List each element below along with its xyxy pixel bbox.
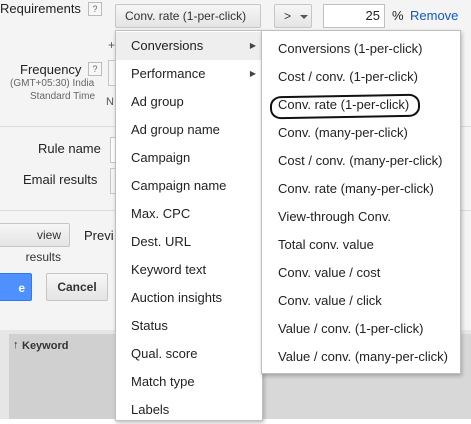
save-label: e xyxy=(18,281,25,295)
menu-item-label: Performance xyxy=(131,66,206,81)
submenu-item-label: Cost / conv. (1-per-click) xyxy=(278,69,418,84)
submenu-item[interactable]: Value / conv. (1-per-click) xyxy=(262,315,460,343)
timezone-line-1: (GMT+05:30) India xyxy=(10,78,95,89)
menu-item-label: Labels xyxy=(131,402,170,417)
menu-item[interactable]: Performance ▶ xyxy=(116,60,262,88)
remove-link[interactable]: Remove xyxy=(410,8,458,23)
submenu-item-label: Conv. rate (many-per-click) xyxy=(278,181,434,196)
menu-item-label: Campaign name xyxy=(131,178,227,193)
menu-item-label: Campaign xyxy=(131,150,191,165)
operator-dropdown[interactable]: > xyxy=(274,4,312,28)
metric-category-menu: Conversions ▶ Performance ▶ Ad group Ad group… xyxy=(115,30,263,421)
view-results-button[interactable]: view results xyxy=(0,223,70,264)
help-icon[interactable]: ? xyxy=(88,2,102,16)
keyword-column-header[interactable]: ↑ Keyword xyxy=(9,334,114,419)
menu-item[interactable]: Match type xyxy=(116,368,262,396)
menu-item[interactable]: Ad group xyxy=(116,88,262,116)
menu-item-label: Keyword text xyxy=(131,262,207,277)
menu-item-label: Match type xyxy=(131,374,195,389)
rule-name-label: Rule name xyxy=(38,141,101,156)
submenu-item[interactable]: Conv. value / click xyxy=(262,287,460,315)
menu-item-label: Dest. URL xyxy=(131,234,191,249)
menu-item-label: Ad group name xyxy=(131,122,220,137)
menu-item-label: Auction insights xyxy=(131,290,223,305)
help-icon[interactable]: ? xyxy=(88,62,102,76)
requirements-label: Requirements xyxy=(0,1,81,16)
email-results-label: Email results xyxy=(23,172,98,187)
submenu-item[interactable]: Cost / conv. (1-per-click) xyxy=(262,63,460,91)
menu-item[interactable]: Auction insights xyxy=(116,284,262,312)
submenu-item[interactable]: Conv. rate (1-per-click) xyxy=(262,91,460,120)
cancel-button[interactable]: Cancel xyxy=(46,273,108,301)
percent-unit: % xyxy=(392,8,404,23)
sort-arrow-icon: ↑ xyxy=(13,339,19,351)
menu-item[interactable]: Keyword text xyxy=(116,256,262,284)
submenu-item[interactable]: Conversions (1-per-click) xyxy=(262,35,460,63)
threshold-value: 25 xyxy=(365,8,380,23)
submenu-item-label: Value / conv. (many-per-click) xyxy=(278,349,449,364)
submenu-item-label: Cost / conv. (many-per-click) xyxy=(278,153,443,168)
submenu-arrow-icon: ▶ xyxy=(249,41,256,50)
menu-item[interactable]: Campaign name xyxy=(116,172,262,200)
keyword-header-label: Keyword xyxy=(22,340,69,352)
submenu-item-label: Conv. value / cost xyxy=(278,265,381,280)
menu-item[interactable]: Status xyxy=(116,312,262,340)
save-button[interactable]: e xyxy=(0,273,32,301)
submenu-item[interactable]: Cost / conv. (many-per-click) xyxy=(262,147,460,175)
submenu-item-label: Conv. value / click xyxy=(278,293,382,308)
threshold-input[interactable]: 25 xyxy=(323,4,385,28)
submenu-item[interactable]: Conv. value / cost xyxy=(262,259,460,287)
menu-item[interactable]: Campaign xyxy=(116,144,262,172)
timezone-line-2: Standard Time xyxy=(30,91,96,102)
metric-dropdown[interactable]: Conv. rate (1-per-click) xyxy=(115,4,261,41)
menu-item[interactable]: Ad group name xyxy=(116,116,262,144)
partial-n-text: N xyxy=(106,96,114,108)
submenu-item-label: Conv. (many-per-click) xyxy=(278,125,408,140)
menu-item[interactable]: Conversions ▶ xyxy=(116,32,262,60)
metric-dropdown-value: Conv. rate (1-per-click) xyxy=(125,9,247,23)
menu-item[interactable]: Max. CPC xyxy=(116,200,262,228)
submenu-item[interactable]: Conv. (many-per-click) xyxy=(262,119,460,147)
submenu-arrow-icon: ▶ xyxy=(249,69,256,78)
submenu-item[interactable]: Total conv. value xyxy=(262,231,460,259)
chevron-down-icon xyxy=(300,14,309,19)
menu-item[interactable]: Qual. score xyxy=(116,340,262,368)
menu-item-label: Qual. score xyxy=(131,346,198,361)
submenu-item-label: Conversions (1-per-click) xyxy=(278,41,423,56)
menu-item-label: Conversions xyxy=(131,38,204,53)
view-results-label: view results xyxy=(25,228,61,264)
submenu-item[interactable]: View-through Conv. xyxy=(262,203,460,231)
submenu-item[interactable]: Conv. rate (many-per-click) xyxy=(262,175,460,203)
submenu-item-label: Total conv. value xyxy=(278,237,374,252)
submenu-item[interactable]: Value / conv. (many-per-click) xyxy=(262,343,460,371)
menu-item-label: Ad group xyxy=(131,94,184,109)
frequency-label: Frequency xyxy=(20,62,82,77)
submenu-item-label: Value / conv. (1-per-click) xyxy=(278,321,424,336)
menu-item-label: Max. CPC xyxy=(131,206,191,221)
menu-item[interactable]: Dest. URL xyxy=(116,228,262,256)
cancel-label: Cancel xyxy=(57,280,97,294)
operator-value: > xyxy=(284,9,292,23)
menu-item[interactable]: Labels xyxy=(116,396,262,424)
highlight-circle xyxy=(269,93,421,120)
conversions-submenu: Conversions (1-per-click) Cost / conv. (1… xyxy=(261,30,461,374)
menu-item-label: Status xyxy=(131,318,168,333)
submenu-item-label: View-through Conv. xyxy=(278,209,391,224)
partial-plus-text: + xyxy=(108,38,116,52)
preview-partial-text: Previ xyxy=(84,228,114,243)
